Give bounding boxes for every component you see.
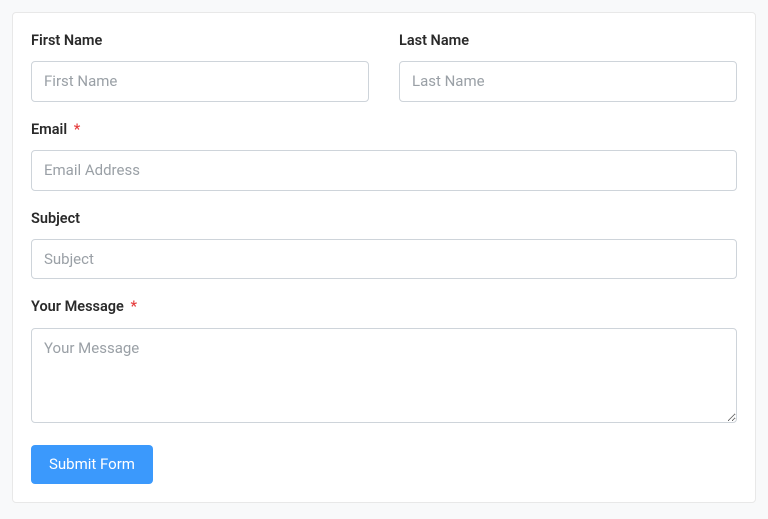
- last-name-label: Last Name: [399, 31, 737, 51]
- message-label: Your Message *: [31, 297, 737, 317]
- first-name-group: First Name: [31, 31, 369, 102]
- first-name-label: First Name: [31, 31, 369, 51]
- last-name-group: Last Name: [399, 31, 737, 102]
- subject-label: Subject: [31, 209, 737, 229]
- subject-input[interactable]: [31, 239, 737, 280]
- email-label: Email *: [31, 120, 737, 140]
- message-textarea[interactable]: [31, 328, 737, 423]
- contact-form-card: First Name Last Name Email * Subject You…: [12, 12, 756, 503]
- email-group: Email *: [31, 120, 737, 191]
- required-indicator-icon: *: [130, 298, 137, 315]
- email-input[interactable]: [31, 150, 737, 191]
- last-name-input[interactable]: [399, 61, 737, 102]
- message-label-text: Your Message: [31, 298, 124, 315]
- email-label-text: Email: [31, 121, 67, 138]
- submit-button[interactable]: Submit Form: [31, 445, 153, 484]
- subject-group: Subject: [31, 209, 737, 280]
- required-indicator-icon: *: [74, 121, 81, 138]
- first-name-input[interactable]: [31, 61, 369, 102]
- name-row: First Name Last Name: [31, 31, 737, 120]
- message-group: Your Message *: [31, 297, 737, 426]
